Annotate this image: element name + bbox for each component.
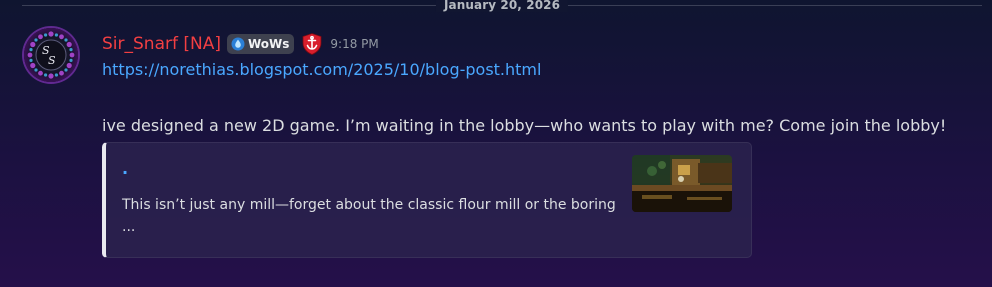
server-tag[interactable]: WoWs bbox=[226, 34, 295, 54]
message-header: Sir_Snarf [NA] WoWs 9:18 PM bbox=[102, 31, 379, 57]
avatar[interactable]: S S bbox=[24, 28, 78, 82]
embed-thumbnail[interactable] bbox=[632, 155, 732, 212]
embed-title[interactable]: . bbox=[122, 159, 128, 179]
server-tag-text: WoWs bbox=[247, 37, 290, 51]
avatar-image: S S bbox=[24, 28, 78, 82]
water-drop-icon bbox=[231, 37, 245, 51]
username[interactable]: Sir_Snarf [NA] bbox=[102, 33, 221, 55]
date-divider: January 20, 2026 bbox=[22, 0, 982, 12]
message-link[interactable]: https://norethias.blogspot.com/2025/10/b… bbox=[102, 59, 541, 81]
message-text: ive designed a new 2D game. I’m waiting … bbox=[102, 116, 947, 135]
svg-text:S: S bbox=[48, 54, 56, 67]
embed-description: This isn’t just any mill—forget about th… bbox=[122, 197, 616, 235]
shield-anchor-icon[interactable] bbox=[300, 32, 324, 56]
embed-thumbnail-image bbox=[632, 155, 732, 212]
timestamp[interactable]: 9:18 PM bbox=[330, 37, 378, 51]
link-embed: . This isn’t just any mill—forget about … bbox=[102, 142, 752, 258]
date-divider-label: January 20, 2026 bbox=[435, 0, 569, 12]
